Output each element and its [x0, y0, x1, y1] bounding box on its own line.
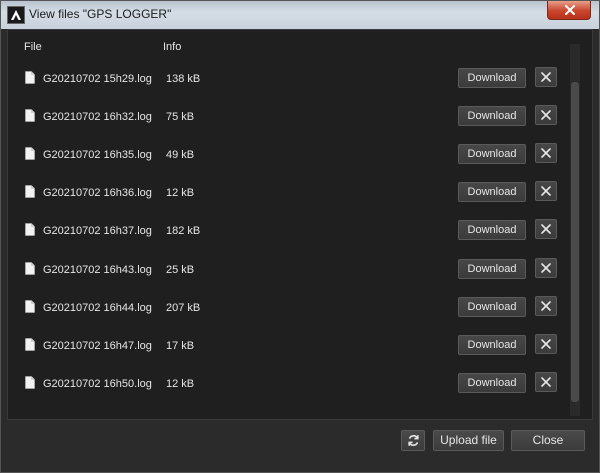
delete-button[interactable]	[535, 334, 557, 354]
delete-button[interactable]	[535, 181, 557, 201]
file-row[interactable]: G20210702 16h37.log 182 kB Download	[8, 213, 568, 251]
file-size: 12 kB	[166, 187, 195, 199]
file-name: G20210702 16h43.log	[43, 264, 152, 276]
file-size: 207 kB	[166, 302, 201, 314]
file-size: 49 kB	[166, 149, 195, 161]
upload-file-button[interactable]: Upload file	[433, 430, 504, 451]
file-name: G20210702 16h35.log	[43, 149, 152, 161]
file-icon	[25, 71, 35, 84]
file-icon	[25, 300, 35, 313]
download-button[interactable]: Download	[458, 68, 526, 88]
file-icon	[25, 223, 35, 236]
scrollbar-thumb[interactable]	[571, 82, 579, 402]
file-name: G20210702 16h32.log	[43, 111, 152, 123]
file-row[interactable]: G20210702 16h50.log 12 kB Download	[8, 366, 568, 404]
close-icon	[541, 301, 551, 311]
file-icon	[25, 376, 35, 389]
file-icon	[25, 185, 35, 198]
close-icon	[541, 110, 551, 120]
download-button[interactable]: Download	[458, 297, 526, 317]
file-name: G20210702 16h36.log	[43, 187, 152, 199]
file-size: 25 kB	[166, 264, 195, 276]
close-icon	[565, 5, 575, 15]
download-button[interactable]: Download	[458, 373, 526, 393]
file-name: G20210702 15h29.log	[43, 73, 152, 85]
refresh-icon	[408, 435, 419, 446]
delete-button[interactable]	[535, 258, 557, 278]
file-row[interactable]: G20210702 16h44.log 207 kB Download	[8, 290, 568, 328]
file-size: 75 kB	[166, 111, 195, 123]
view-files-dialog: View files "GPS LOGGER" File Info G20210…	[0, 0, 600, 473]
delete-button[interactable]	[535, 105, 557, 125]
close-icon	[541, 377, 551, 387]
file-row[interactable]: G20210702 16h35.log 49 kB Download	[8, 137, 568, 175]
delete-button[interactable]	[535, 67, 557, 87]
file-icon	[25, 109, 35, 122]
file-row[interactable]: G20210702 16h47.log 17 kB Download	[8, 328, 568, 366]
close-icon	[541, 224, 551, 234]
file-name: G20210702 16h37.log	[43, 225, 152, 237]
file-size: 138 kB	[166, 73, 201, 85]
window-title: View files "GPS LOGGER"	[29, 7, 172, 21]
column-header-info: Info	[163, 41, 182, 53]
file-icon	[25, 262, 35, 275]
file-row[interactable]: G20210702 16h36.log 12 kB Download	[8, 175, 568, 213]
file-row[interactable]: G20210702 16h43.log 25 kB Download	[8, 252, 568, 290]
close-icon	[541, 72, 551, 82]
file-name: G20210702 16h44.log	[43, 302, 152, 314]
table-header: File Info	[8, 30, 592, 53]
refresh-button[interactable]	[401, 430, 425, 451]
title-bar[interactable]: View files "GPS LOGGER"	[1, 1, 599, 29]
download-button[interactable]: Download	[458, 182, 526, 202]
file-list-panel: File Info G20210702 15h29.log 138 kB Downl…	[7, 29, 593, 420]
file-row[interactable]: G20210702 16h32.log 75 kB Download	[8, 99, 568, 137]
close-button[interactable]: Close	[511, 430, 585, 451]
file-icon	[25, 338, 35, 351]
close-icon	[541, 339, 551, 349]
file-size: 182 kB	[166, 225, 201, 237]
delete-button[interactable]	[535, 372, 557, 392]
download-button[interactable]: Download	[458, 220, 526, 240]
window-close-button[interactable]	[547, 1, 591, 20]
download-button[interactable]: Download	[458, 144, 526, 164]
download-button[interactable]: Download	[458, 335, 526, 355]
file-icon	[25, 147, 35, 160]
vertical-scrollbar[interactable]	[570, 44, 580, 416]
column-header-file: File	[24, 41, 42, 53]
file-name: G20210702 16h47.log	[43, 340, 152, 352]
file-size: 12 kB	[166, 378, 195, 390]
download-button[interactable]: Download	[458, 106, 526, 126]
close-icon	[541, 148, 551, 158]
delete-button[interactable]	[535, 296, 557, 316]
download-button[interactable]: Download	[458, 259, 526, 279]
file-name: G20210702 16h50.log	[43, 378, 152, 390]
delete-button[interactable]	[535, 219, 557, 239]
close-icon	[541, 186, 551, 196]
delete-button[interactable]	[535, 143, 557, 163]
app-logo-icon	[7, 6, 25, 24]
close-icon	[541, 263, 551, 273]
file-row[interactable]: G20210702 15h29.log 138 kB Download	[8, 61, 568, 99]
file-size: 17 kB	[166, 340, 195, 352]
